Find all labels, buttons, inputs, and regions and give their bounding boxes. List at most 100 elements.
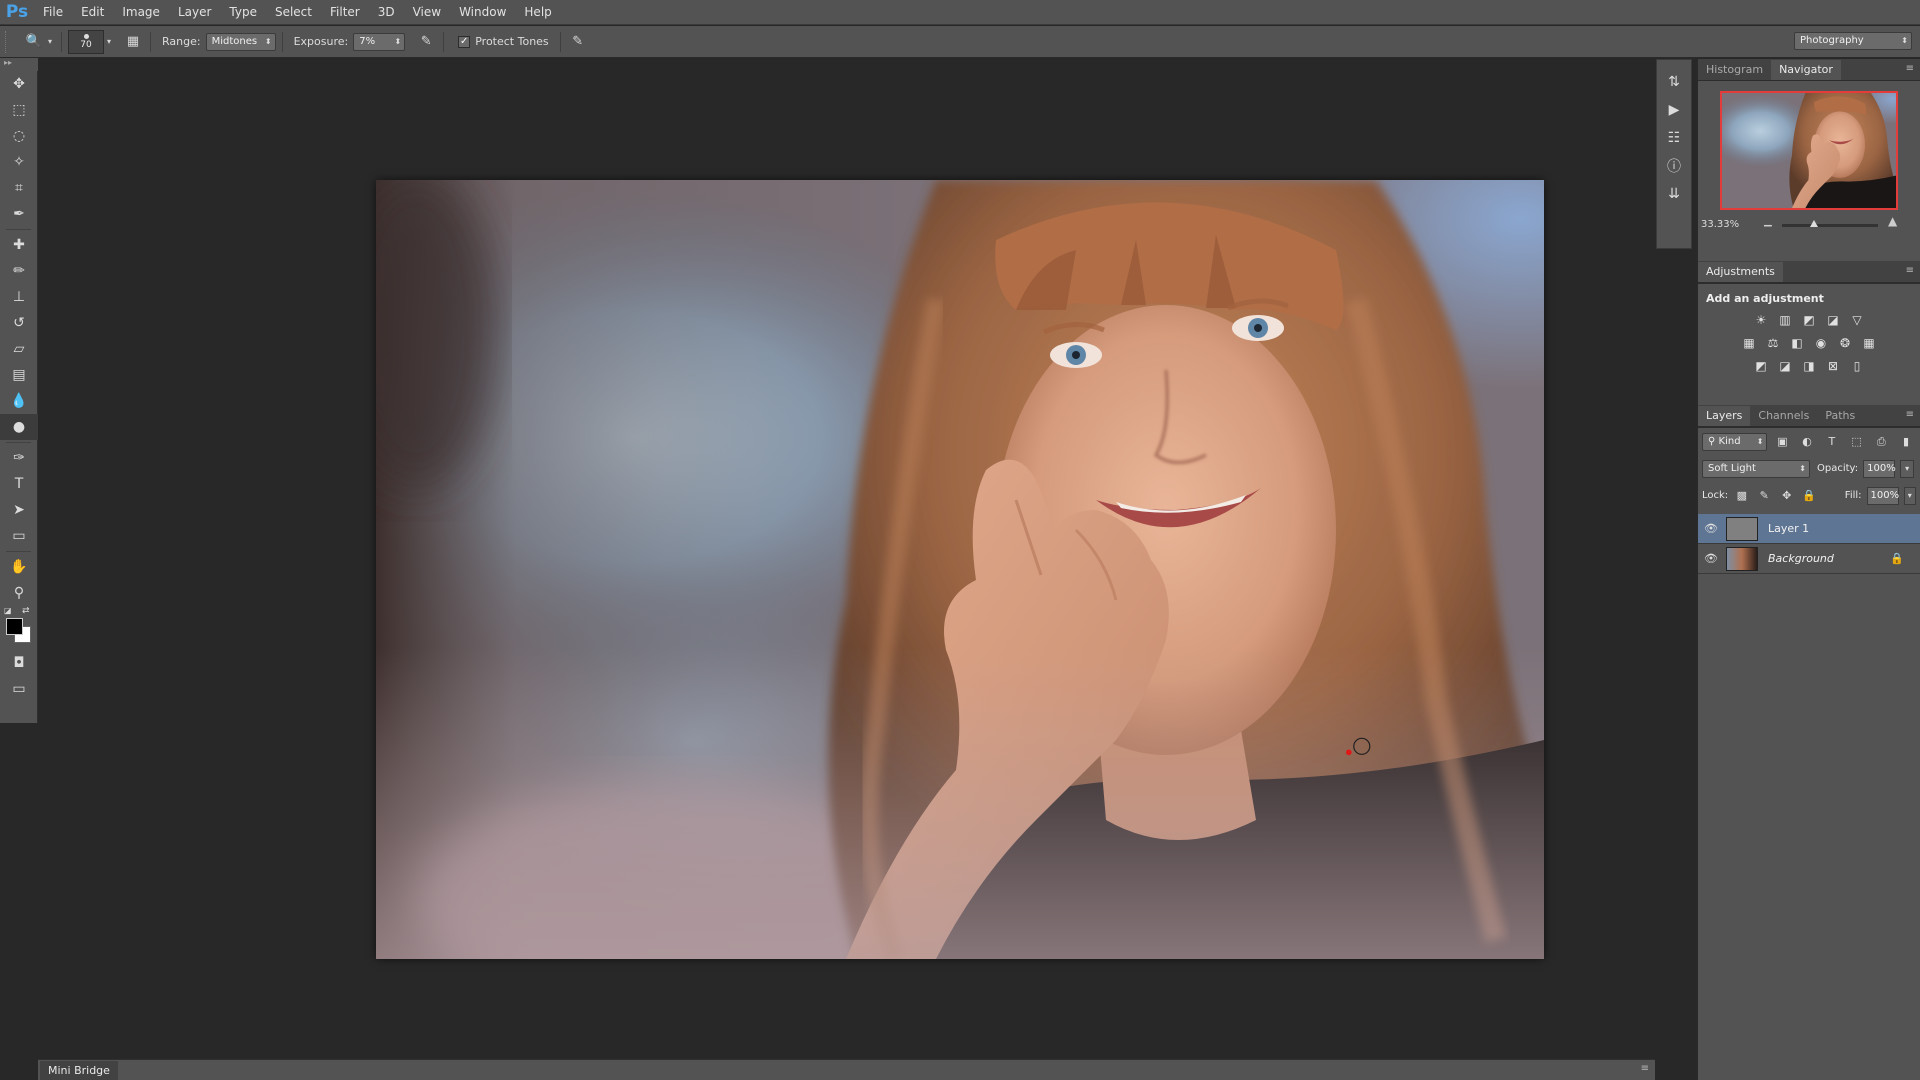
layer-filter-kind-select[interactable]: ⚲ Kind	[1702, 432, 1768, 451]
menu-file[interactable]: File	[34, 0, 72, 25]
mini-bridge-tab[interactable]: Mini Bridge	[40, 1061, 118, 1080]
menu-edit[interactable]: Edit	[72, 0, 113, 25]
filter-toggle-icon[interactable]: ▮	[1896, 433, 1916, 451]
shape-filter-icon[interactable]: ⬚	[1847, 433, 1867, 451]
layer-thumbnail[interactable]	[1726, 546, 1758, 571]
curves-icon[interactable]: ◩	[1800, 312, 1818, 328]
adjustment-filter-icon[interactable]: ◐	[1797, 433, 1817, 451]
fill-dropdown-icon[interactable]: ▾	[1903, 486, 1916, 505]
blur-tool-icon[interactable]: 💧	[0, 388, 38, 414]
levels-icon[interactable]: ▥	[1776, 312, 1794, 328]
selective-color-icon[interactable]: ▯	[1848, 358, 1866, 374]
crop-tool-icon[interactable]: ⌗	[0, 175, 38, 201]
dodge-tool-preset-icon[interactable]: 🔍	[23, 31, 45, 53]
gradient-map-icon[interactable]: ⊠	[1824, 358, 1842, 374]
layer-thumbnail[interactable]	[1726, 516, 1758, 541]
zoom-out-icon[interactable]: ▁	[1764, 216, 1772, 227]
quick-selection-tool-icon[interactable]: ✧	[0, 149, 38, 175]
zoom-tool-icon[interactable]: ⚲	[0, 580, 38, 606]
navigator-zoom-slider[interactable]	[1782, 220, 1878, 227]
layer-name[interactable]: Layer 1	[1768, 522, 1809, 535]
pixel-filter-icon[interactable]: ▣	[1772, 433, 1792, 451]
color-lookup-icon[interactable]: ▦	[1860, 335, 1878, 351]
workspace-switcher[interactable]: Photography	[1794, 32, 1912, 50]
invert-icon[interactable]: ◩	[1752, 358, 1770, 374]
zoom-in-icon[interactable]: ▲	[1888, 214, 1897, 228]
brush-tool-icon[interactable]: ✏	[0, 258, 38, 284]
menu-layer[interactable]: Layer	[169, 0, 220, 25]
layer-row-background[interactable]: 👁 Background 🔒	[1698, 544, 1920, 574]
tab-layers[interactable]: Layers	[1698, 406, 1751, 426]
navigator-preview[interactable]	[1720, 91, 1898, 210]
info-panel-icon[interactable]: ⓘ	[1657, 152, 1691, 180]
menu-view[interactable]: View	[404, 0, 450, 25]
menu-3d[interactable]: 3D	[369, 0, 404, 25]
healing-brush-tool-icon[interactable]: ✚	[0, 232, 38, 258]
brush-presets-panel-icon[interactable]: ⇊	[1657, 180, 1691, 208]
eyedropper-tool-icon[interactable]: ✒	[0, 201, 38, 227]
brush-panel-toggle-icon[interactable]: ▦	[122, 31, 144, 53]
brush-preset-picker[interactable]: 70	[68, 29, 104, 54]
color-balance-icon[interactable]: ⚖	[1764, 335, 1782, 351]
navigator-zoom-value[interactable]: 33.33%	[1701, 219, 1739, 230]
marquee-tool-icon[interactable]: ⬚	[0, 97, 38, 123]
hue-saturation-icon[interactable]: ▦	[1740, 335, 1758, 351]
actions-panel-icon[interactable]: ▶	[1657, 96, 1691, 124]
screen-mode-icon[interactable]: ▭	[0, 676, 38, 702]
protect-tones-checkbox[interactable]: ✓	[458, 35, 471, 48]
document-canvas-area[interactable]	[38, 59, 1654, 1059]
layer-row-layer-1[interactable]: 👁 Layer 1	[1698, 514, 1920, 544]
blend-mode-select[interactable]: Soft Light	[1702, 459, 1810, 478]
gradient-tool-icon[interactable]: ▤	[0, 362, 38, 388]
opacity-dropdown-icon[interactable]: ▾	[1900, 459, 1915, 478]
opacity-input[interactable]: 100%	[1863, 459, 1896, 478]
foreground-color-swatch[interactable]	[6, 618, 23, 635]
tab-paths[interactable]: Paths	[1817, 406, 1863, 426]
rectangle-tool-icon[interactable]: ▭	[0, 523, 38, 549]
menu-help[interactable]: Help	[515, 0, 560, 25]
quick-mask-icon[interactable]: ◘	[0, 650, 38, 676]
swap-colors-icon[interactable]: ⇄	[22, 606, 30, 616]
exposure-input[interactable]: 7%	[353, 32, 406, 51]
brightness-contrast-icon[interactable]: ☀	[1752, 312, 1770, 328]
exposure-icon[interactable]: ◪	[1824, 312, 1842, 328]
airbrush-icon[interactable]: ✎	[415, 31, 437, 53]
chevron-down-icon[interactable]: ▾	[45, 31, 55, 53]
panel-menu-icon[interactable]: ≡	[1906, 63, 1914, 74]
panel-menu-icon[interactable]: ≡	[1641, 1063, 1649, 1074]
history-panel-icon[interactable]: ⇅	[1657, 68, 1691, 96]
default-colors-icon[interactable]: ◪	[4, 606, 12, 615]
dodge-tool-icon[interactable]: ●	[0, 414, 38, 440]
black-white-icon[interactable]: ◧	[1788, 335, 1806, 351]
history-brush-tool-icon[interactable]: ↺	[0, 310, 38, 336]
move-tool-icon[interactable]: ✥	[0, 71, 38, 97]
document-image[interactable]	[376, 180, 1544, 959]
clone-stamp-tool-icon[interactable]: ⊥	[0, 284, 38, 310]
panel-menu-icon[interactable]: ≡	[1906, 409, 1914, 420]
tab-channels[interactable]: Channels	[1750, 406, 1817, 426]
menu-type[interactable]: Type	[220, 0, 266, 25]
zoom-slider-handle[interactable]	[1809, 220, 1818, 227]
posterize-icon[interactable]: ◪	[1776, 358, 1794, 374]
lock-position-icon[interactable]: ✥	[1778, 487, 1795, 505]
smart-object-filter-icon[interactable]: ⎙	[1871, 433, 1891, 451]
channel-mixer-icon[interactable]: ❂	[1836, 335, 1854, 351]
vibrance-icon[interactable]: ▽	[1848, 312, 1866, 328]
menu-filter[interactable]: Filter	[321, 0, 369, 25]
visibility-eye-icon[interactable]: 👁	[1698, 552, 1724, 565]
pressure-size-icon[interactable]: ✎	[567, 31, 589, 53]
menu-select[interactable]: Select	[266, 0, 321, 25]
photo-filter-icon[interactable]: ◉	[1812, 335, 1830, 351]
toolbar-collapse[interactable]: ▸▸	[0, 58, 38, 71]
lock-transparency-icon[interactable]: ▩	[1733, 487, 1750, 505]
type-filter-icon[interactable]: T	[1822, 433, 1842, 451]
eraser-tool-icon[interactable]: ▱	[0, 336, 38, 362]
properties-panel-icon[interactable]: ☷	[1657, 124, 1691, 152]
hand-tool-icon[interactable]: ✋	[0, 554, 38, 580]
chevron-down-icon[interactable]: ▾	[104, 31, 114, 53]
menu-window[interactable]: Window	[450, 0, 515, 25]
lock-pixels-icon[interactable]: ✎	[1756, 487, 1773, 505]
tab-adjustments[interactable]: Adjustments	[1698, 262, 1783, 282]
type-tool-icon[interactable]: T	[0, 471, 38, 497]
threshold-icon[interactable]: ◨	[1800, 358, 1818, 374]
